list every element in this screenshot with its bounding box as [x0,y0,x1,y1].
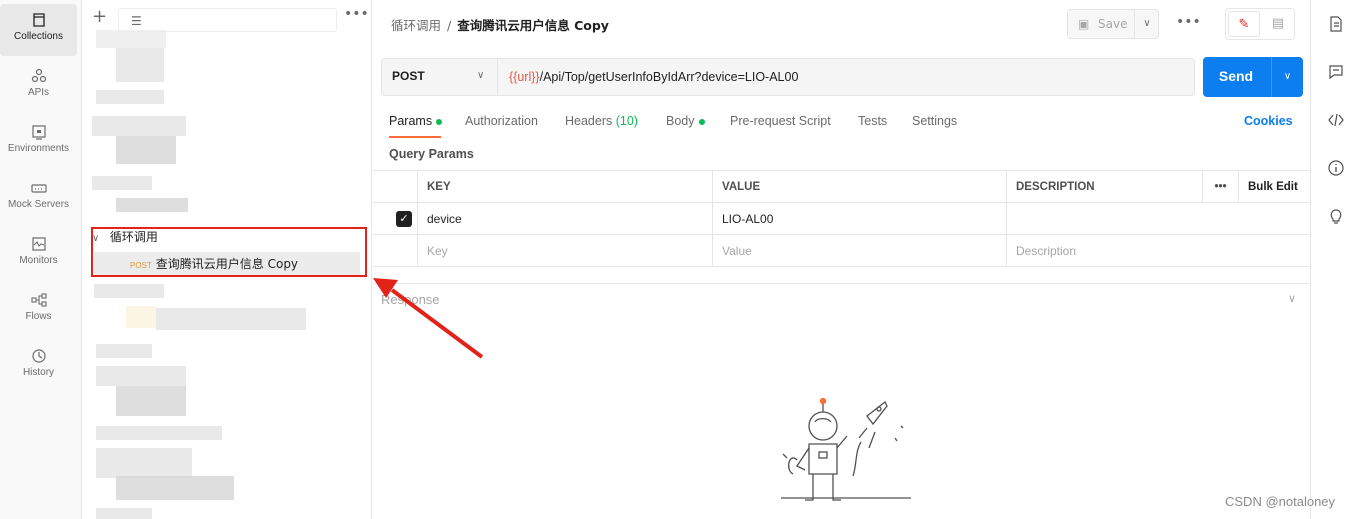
response-title: Response [381,292,440,307]
nav-monitors[interactable]: Monitors [0,228,77,280]
params-table: KEY VALUE DESCRIPTION ••• Bulk Edit ✓ de… [373,170,1310,268]
tab-label: Pre-request Script [730,114,831,128]
column-options-icon[interactable]: ••• [1202,171,1238,203]
nav-apis[interactable]: APIs [0,60,77,112]
postman-app: Collections APIs Environments Mock Serve… [0,0,1358,519]
tab-authorization[interactable]: Authorization [465,114,538,128]
more-actions-icon[interactable]: ••• [1176,14,1201,30]
highlight-box [91,227,367,277]
checkbox-checked-icon[interactable]: ✓ [396,211,412,227]
new-key-field[interactable]: Key [417,235,713,267]
tab-label: Body [666,114,695,128]
nav-collections[interactable]: Collections [0,4,77,56]
request-tabs: Params Authorization Headers (10) Body P… [389,112,1289,138]
save-button[interactable]: ▣ Save ∨ [1067,9,1159,39]
method-select[interactable]: POST ∨ [382,59,498,95]
new-value-field[interactable]: Value [712,235,1006,267]
nav-label: Environments [7,143,70,154]
tab-label: Headers [565,114,613,128]
query-params-title: Query Params [389,147,474,161]
code-icon[interactable] [1327,111,1345,129]
chevron-down-icon: ∨ [477,70,485,81]
mode-toggle: ✎ ▤ [1225,8,1295,40]
bulk-edit-button[interactable]: Bulk Edit [1238,171,1310,203]
tab-pre-request-script[interactable]: Pre-request Script [730,114,831,128]
filter-icon: ☰ [131,14,142,28]
nav-mock-servers[interactable]: Mock Servers [0,172,77,224]
tab-tests[interactable]: Tests [858,114,887,128]
astronaut-illustration [781,398,911,501]
table-header-row: KEY VALUE DESCRIPTION ••• Bulk Edit [373,171,1310,203]
documentation-icon[interactable] [1327,15,1345,33]
nav-label: History [22,367,55,378]
request-editor: 循环调用 / 查询腾讯云用户信息 Copy ▣ Save ∨ ••• ✎ ▤ POS… [373,0,1310,519]
edit-pencil-icon[interactable]: ✎ [1228,11,1260,37]
tab-headers[interactable]: Headers (10) [565,114,638,128]
tab-settings[interactable]: Settings [912,114,957,128]
param-description-field[interactable] [1006,203,1310,235]
param-key-field[interactable]: device [417,203,713,235]
save-label: Save [1098,17,1128,31]
left-nav: Collections APIs Environments Mock Serve… [0,0,82,519]
nav-label: Mock Servers [7,199,70,210]
cookies-link[interactable]: Cookies [1244,114,1293,128]
mock-servers-icon [30,184,47,193]
comments-icon[interactable] [1327,63,1345,81]
monitors-icon [31,237,46,251]
table-row: ✓ device LIO-AL00 [373,203,1310,235]
history-icon [31,349,46,363]
active-tab-indicator [389,136,441,138]
response-panel-header[interactable]: Response ∨ [373,283,1310,313]
tab-label: Settings [912,114,958,128]
nav-environments[interactable]: Environments [0,116,77,168]
headers-count: (10) [615,114,638,128]
send-button[interactable]: Send ∨ [1203,57,1303,97]
col-key: KEY [417,171,713,203]
breadcrumb-parent[interactable]: 循环调用 [391,18,441,33]
nav-label: Collections [14,31,63,42]
info-icon[interactable] [1327,159,1345,177]
send-dropdown-icon[interactable]: ∨ [1271,57,1303,97]
chevron-down-icon[interactable]: ∨ [1288,292,1296,305]
nav-label: Monitors [19,255,58,266]
nav-label: Flows [25,311,52,322]
more-icon[interactable]: ••• [344,6,369,22]
col-description: DESCRIPTION [1006,171,1203,203]
save-dropdown-icon[interactable]: ∨ [1134,10,1159,38]
comments-icon[interactable]: ▤ [1264,11,1292,37]
url-input[interactable]: {{url}}/Api/Top/getUserInfoByIdArr?devic… [509,70,798,84]
tab-label: Params [389,114,433,128]
status-dot [436,118,443,125]
status-dot [698,118,705,125]
breadcrumb-current[interactable]: 查询腾讯云用户信息 Copy [457,18,609,33]
url-variable: {{url}} [509,70,540,84]
table-row-empty: Key Value Description [373,235,1310,267]
send-label: Send [1218,68,1254,84]
nav-history[interactable]: History [0,340,77,392]
new-description-field[interactable]: Description [1006,235,1310,267]
method-value: POST [392,69,425,83]
nav-flows[interactable]: Flows [0,284,77,336]
tab-body[interactable]: Body [666,114,705,128]
param-value-field[interactable]: LIO-AL00 [712,203,1006,235]
lightbulb-icon[interactable] [1327,207,1345,225]
breadcrumb: 循环调用 / 查询腾讯云用户信息 Copy [391,15,609,34]
add-icon[interactable]: + [92,6,107,27]
col-value: VALUE [712,171,1006,203]
tab-label: Tests [858,114,888,128]
collections-icon [32,13,45,27]
breadcrumb-separator: / [447,18,452,33]
environments-icon [31,125,46,140]
flows-icon [30,293,47,307]
url-bar: POST ∨ {{url}}/Api/Top/getUserInfoByIdAr… [381,58,1195,96]
tab-label: Authorization [465,114,538,128]
watermark: CSDN @notaloney [1225,494,1336,509]
save-icon: ▣ [1078,17,1090,31]
right-sidebar [1310,0,1358,519]
apis-icon [31,68,46,83]
url-path: /Api/Top/getUserInfoByIdArr?device=LIO-A… [539,70,799,84]
filter-input[interactable]: ☰ [118,8,337,32]
nav-label: APIs [27,87,50,98]
tab-params[interactable]: Params [389,114,443,128]
